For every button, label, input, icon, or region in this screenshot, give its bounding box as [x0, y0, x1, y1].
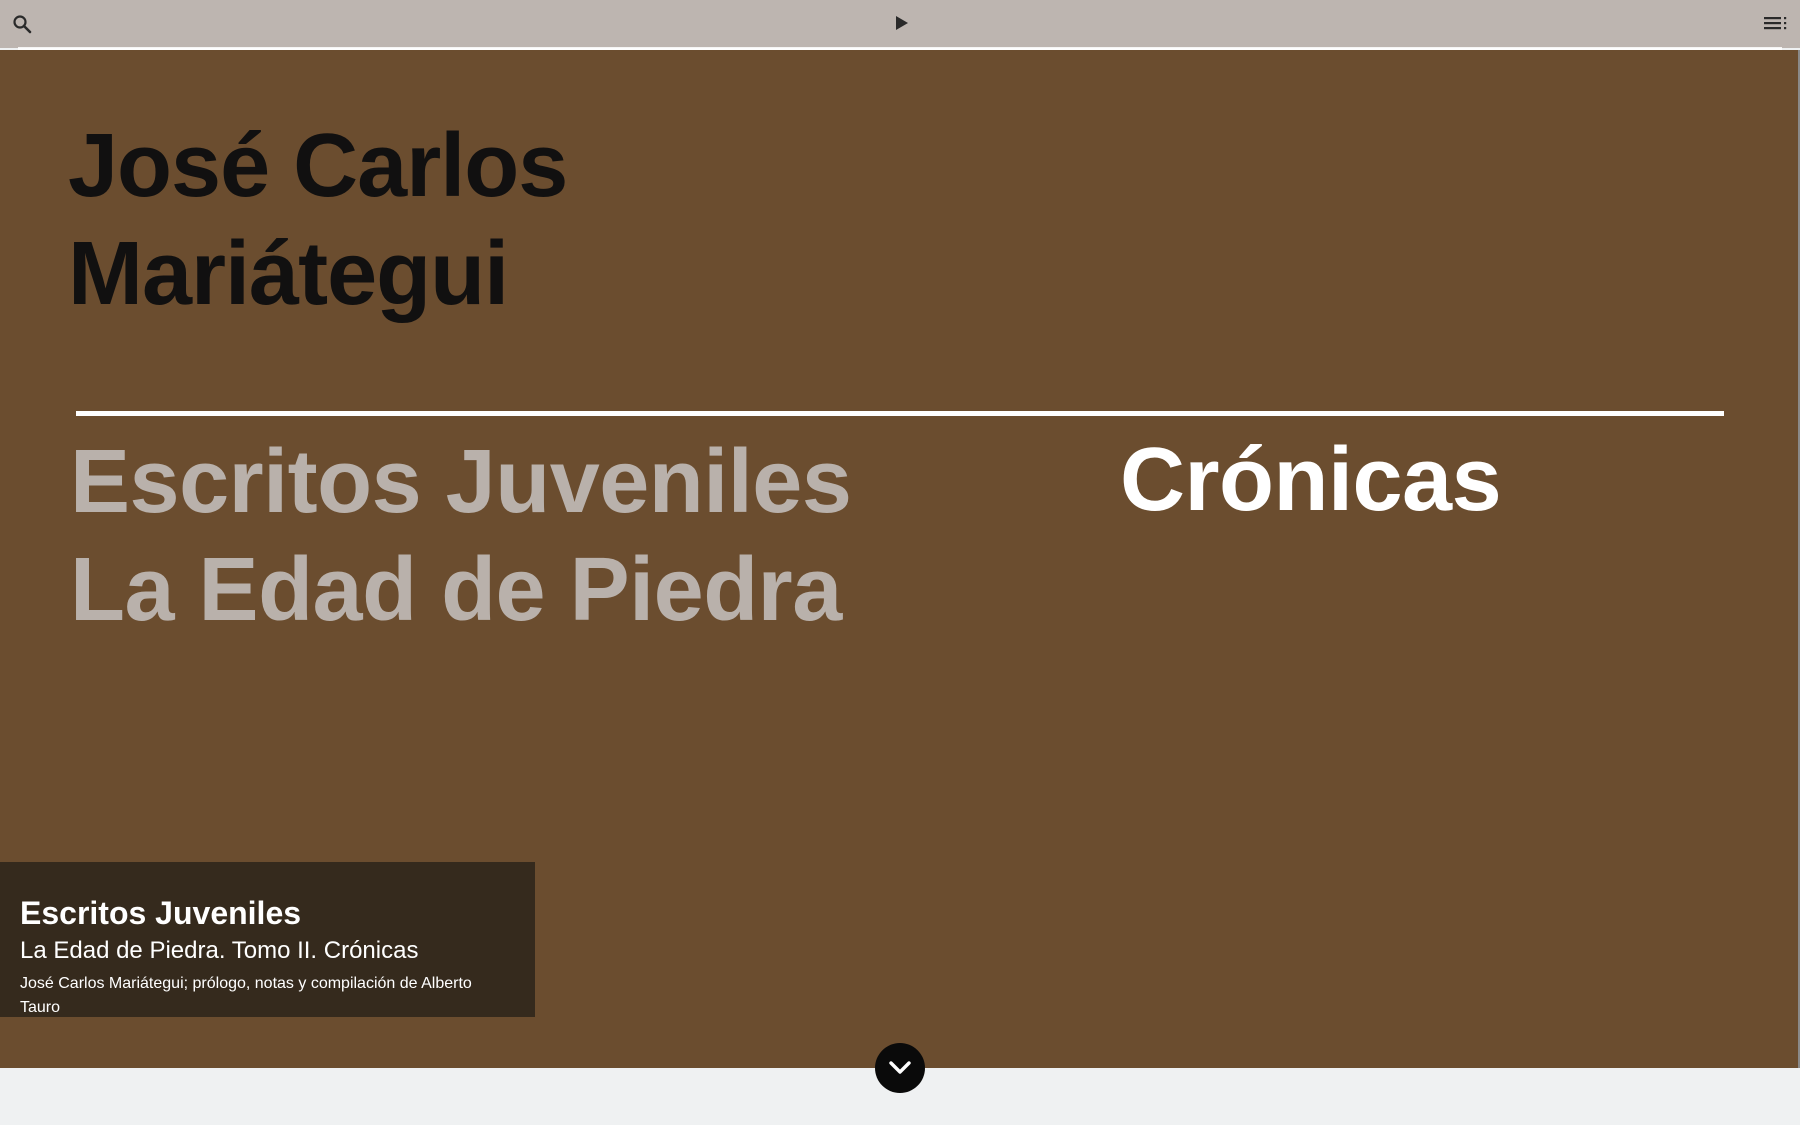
- cover-author-line2: Mariátegui: [68, 224, 509, 324]
- cover-series-line2: La Edad de Piedra: [70, 540, 842, 640]
- cover-author: José Carlos Mariátegui: [68, 112, 568, 328]
- cover-series-title: Escritos Juveniles La Edad de Piedra: [70, 428, 852, 644]
- play-icon[interactable]: [892, 14, 910, 32]
- caption-subtitle: La Edad de Piedra. Tomo II. Crónicas: [20, 937, 419, 964]
- book-cover: José Carlos Mariátegui Escritos Juvenile…: [0, 50, 1800, 1068]
- chevron-down-icon: [889, 1061, 911, 1074]
- scroll-down-button[interactable]: [875, 1043, 925, 1093]
- cover-author-line1: José Carlos: [68, 116, 568, 216]
- caption-panel: Escritos Juveniles La Edad de Piedra. To…: [0, 862, 535, 1017]
- cover-series-line1: Escritos Juveniles: [70, 432, 852, 532]
- caption-credits: José Carlos Mariátegui; prólogo, notas y…: [20, 975, 472, 1016]
- top-toolbar: [0, 0, 1800, 50]
- menu-list-icon[interactable]: [1764, 16, 1788, 32]
- cover-volume-title: Crónicas: [1120, 430, 1502, 530]
- caption-title: Escritos Juveniles: [20, 895, 302, 931]
- cover-divider: [76, 411, 1724, 416]
- search-icon[interactable]: [12, 14, 32, 34]
